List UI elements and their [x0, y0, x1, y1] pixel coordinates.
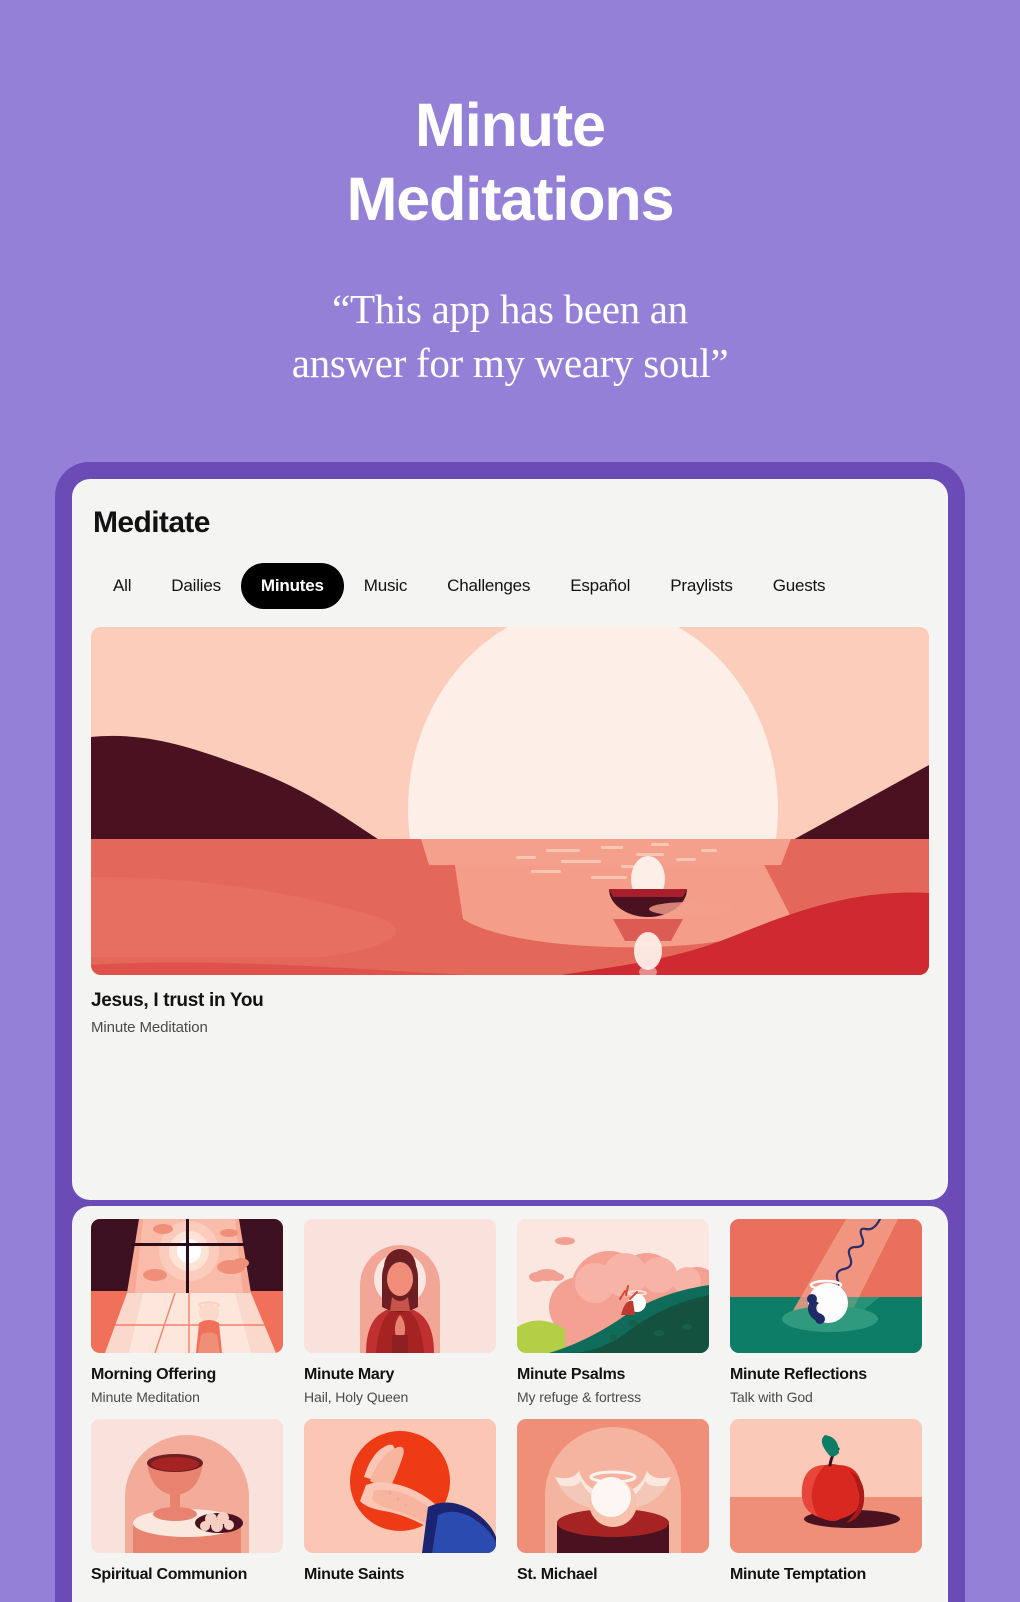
artwork-mary-arch-praying[interactable]: [304, 1219, 496, 1353]
page-title: Meditate: [93, 506, 210, 539]
card-title: Spiritual Communion: [91, 1566, 248, 1583]
hero-title: Jesus, I trust in You: [91, 990, 264, 1011]
artwork-clouds-green-hill[interactable]: [517, 1219, 709, 1353]
artwork-chalice-and-hosts[interactable]: [91, 1419, 283, 1553]
promo-header: Minute Meditations “This app has been an…: [0, 0, 1020, 390]
artwork-winged-angel-halo[interactable]: [517, 1419, 709, 1553]
tab-challenges[interactable]: Challenges: [427, 563, 550, 609]
card-spiritual-communion[interactable]: Spiritual Communion: [91, 1419, 283, 1589]
tab-guests[interactable]: Guests: [753, 563, 846, 609]
device-screen: Meditate All Dailies Minutes Music Chall…: [72, 479, 948, 1602]
card-subtitle: Talk with God: [730, 1389, 813, 1405]
tab-all[interactable]: All: [93, 563, 151, 609]
meditation-card-grid: Morning Offering Minute Meditation Minut…: [91, 1219, 929, 1589]
promo-title-line-2: Meditations: [346, 165, 675, 234]
artwork-praying-hands-red-circle[interactable]: [304, 1419, 496, 1553]
card-minute-saints[interactable]: Minute Saints: [304, 1419, 496, 1589]
card-title: St. Michael: [517, 1566, 598, 1583]
hero-artwork-sunset-lake-boat[interactable]: [91, 627, 929, 975]
tab-dailies[interactable]: Dailies: [151, 563, 241, 609]
promo-quote: “This app has been an answer for my wear…: [0, 282, 1020, 390]
promo-quote-line-2: answer for my weary soul”: [291, 339, 729, 386]
hero-subtitle: Minute Meditation: [91, 1019, 208, 1036]
meditate-panel: Meditate All Dailies Minutes Music Chall…: [72, 479, 948, 1200]
card-st-michael[interactable]: St. Michael: [517, 1419, 709, 1589]
card-title: Minute Reflections: [730, 1366, 867, 1383]
artwork-red-apple-shadow[interactable]: [730, 1419, 922, 1553]
card-minute-reflections[interactable]: Minute Reflections Talk with God: [730, 1219, 922, 1405]
card-subtitle: Hail, Holy Queen: [304, 1389, 409, 1405]
card-minute-mary[interactable]: Minute Mary Hail, Holy Queen: [304, 1219, 496, 1405]
artwork-window-sunrise-figure[interactable]: [91, 1219, 283, 1353]
tab-espanol[interactable]: Español: [550, 563, 650, 609]
hero-caption: Jesus, I trust in You Minute Meditation: [91, 990, 264, 1036]
card-minute-temptation[interactable]: Minute Temptation: [730, 1419, 922, 1589]
promo-quote-line-1: “This app has been an: [332, 285, 688, 332]
card-title: Morning Offering: [91, 1366, 216, 1383]
tab-bar: All Dailies Minutes Music Challenges Esp…: [93, 563, 845, 609]
tab-praylists[interactable]: Praylists: [650, 563, 752, 609]
card-subtitle: Minute Meditation: [91, 1389, 200, 1405]
card-title: Minute Mary: [304, 1366, 395, 1383]
promo-title: Minute Meditations: [0, 88, 1020, 237]
card-minute-psalms[interactable]: Minute Psalms My refuge & fortress: [517, 1219, 709, 1405]
tab-music[interactable]: Music: [344, 563, 427, 609]
meditation-grid-panel: Morning Offering Minute Meditation Minut…: [72, 1206, 948, 1602]
card-subtitle: My refuge & fortress: [517, 1389, 642, 1405]
artwork-halo-head-phone-cord[interactable]: [730, 1219, 922, 1353]
tab-minutes[interactable]: Minutes: [240, 563, 344, 609]
card-title: Minute Saints: [304, 1566, 405, 1583]
promo-title-line-1: Minute: [415, 91, 606, 159]
device-frame: Meditate All Dailies Minutes Music Chall…: [55, 462, 965, 1602]
card-title: Minute Temptation: [730, 1566, 866, 1583]
card-title: Minute Psalms: [517, 1366, 626, 1383]
card-morning-offering[interactable]: Morning Offering Minute Meditation: [91, 1219, 283, 1405]
